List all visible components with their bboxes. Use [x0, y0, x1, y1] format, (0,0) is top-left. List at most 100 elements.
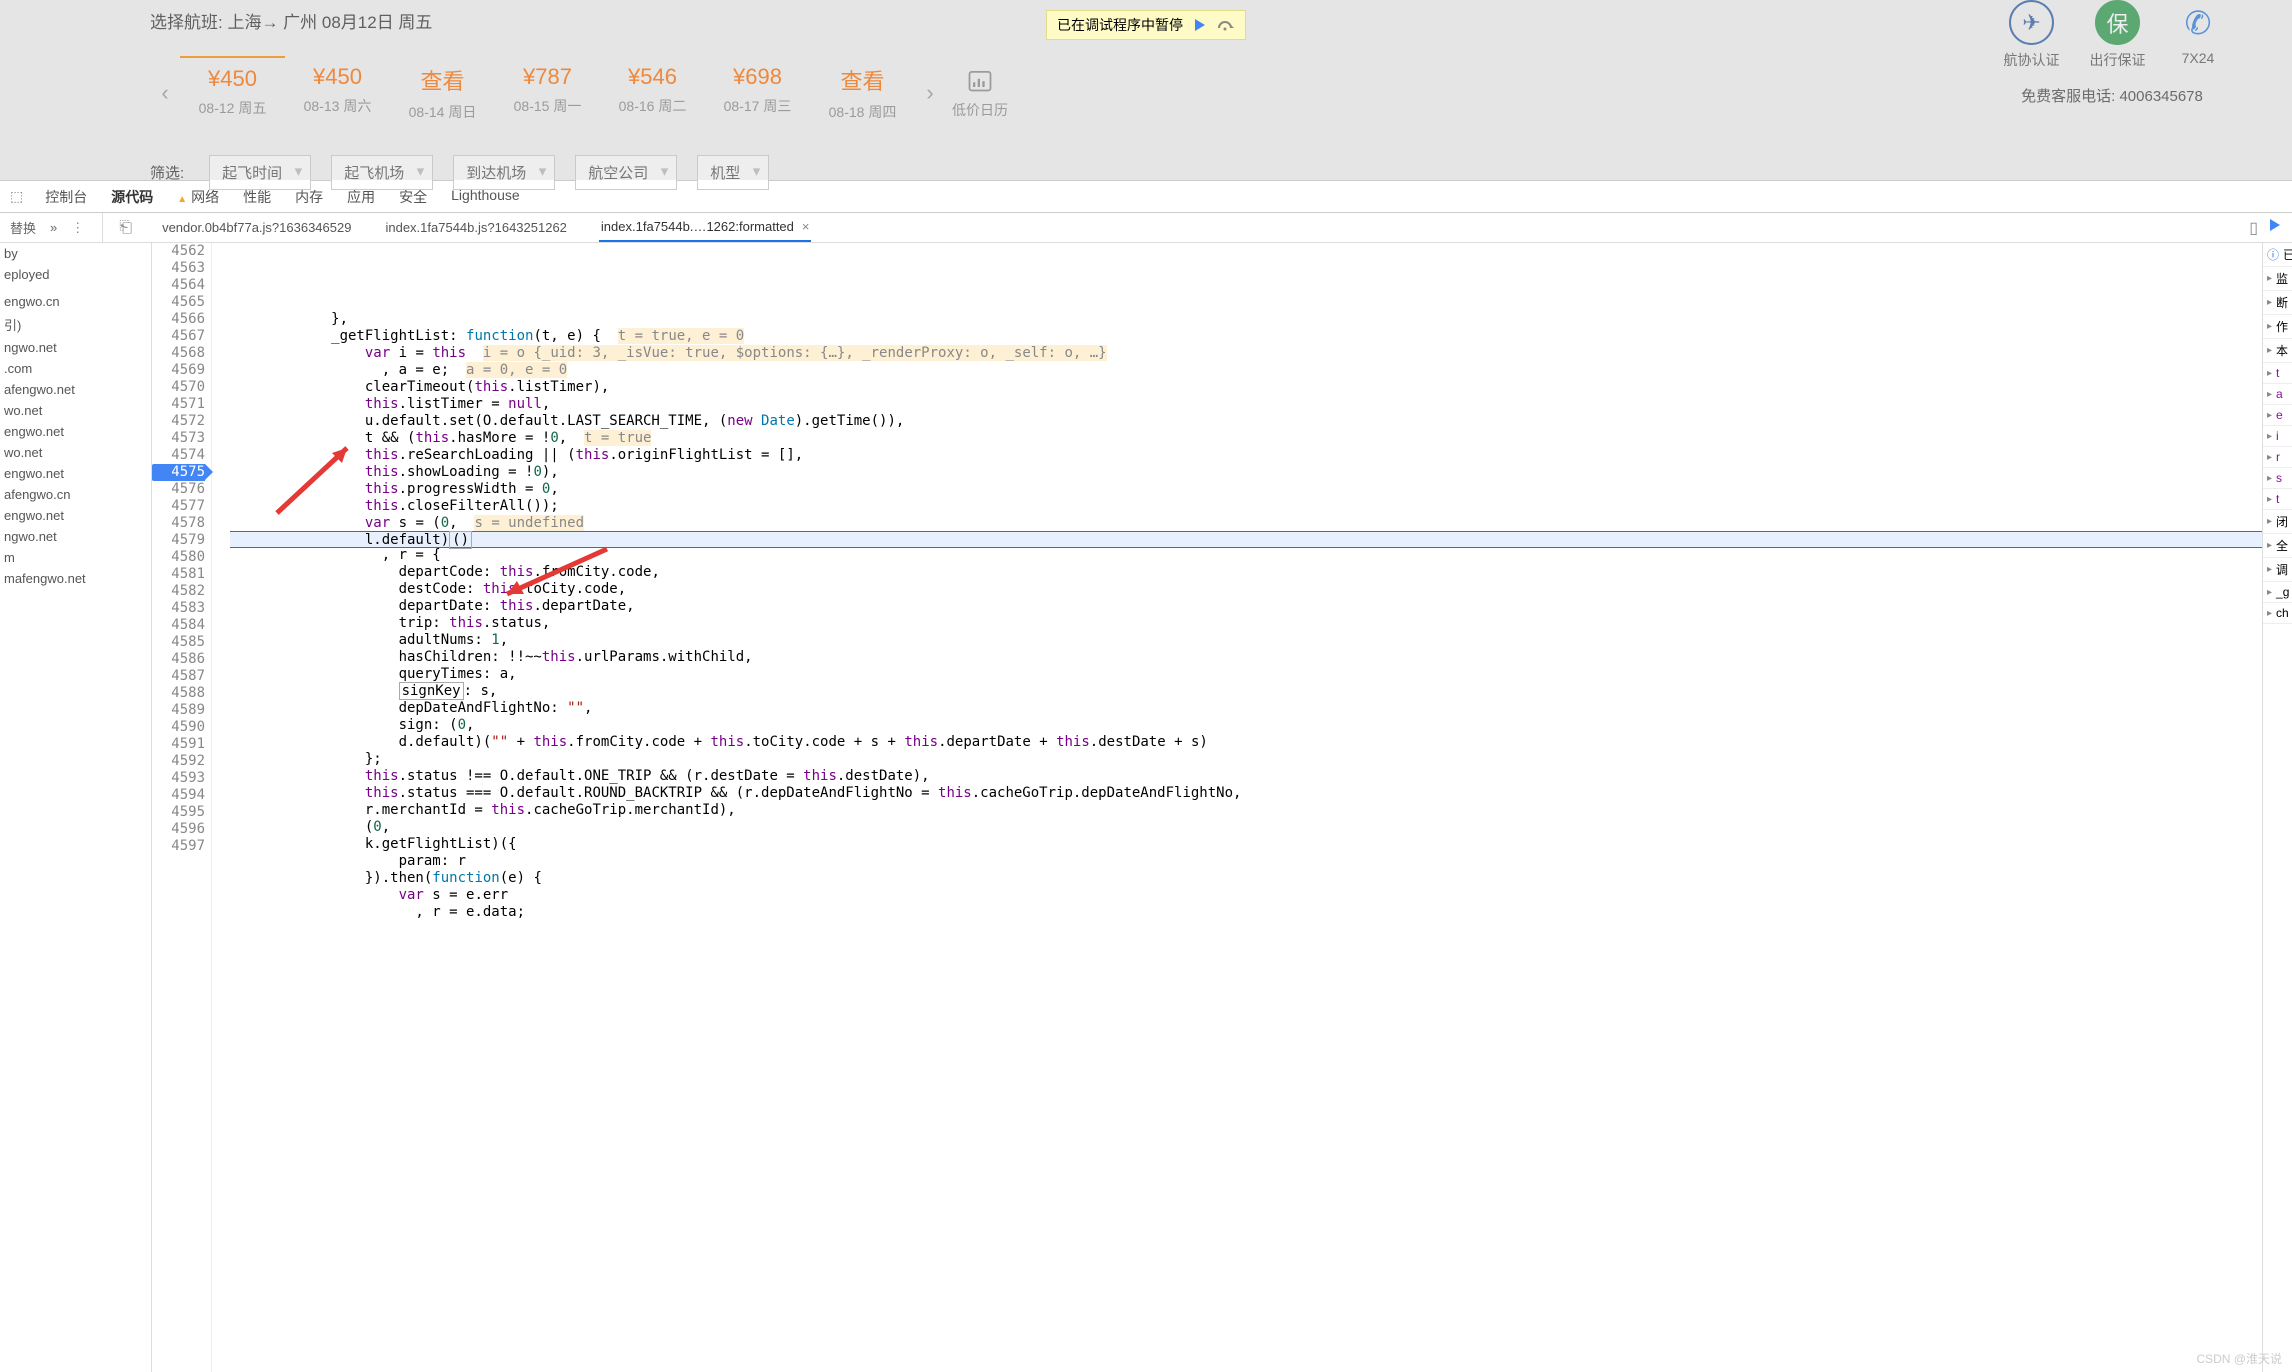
- date-label: 08-14 周日: [390, 102, 495, 122]
- devtools-tab[interactable]: 源代码: [109, 181, 155, 213]
- nav-item[interactable]: wo.net: [0, 400, 151, 421]
- step-over-icon[interactable]: [1217, 16, 1235, 34]
- date-card[interactable]: ¥698 08-17 周三: [705, 56, 810, 130]
- low-price-calendar[interactable]: 低价日历: [945, 66, 1015, 120]
- carousel-next[interactable]: ›: [915, 58, 945, 128]
- nav-item[interactable]: wo.net: [0, 442, 151, 463]
- file-tab[interactable]: index.1fa7544b.…1262:formatted×: [599, 213, 812, 242]
- carousel-prev[interactable]: ‹: [150, 58, 180, 128]
- elements-icon[interactable]: ⬚: [10, 188, 23, 205]
- date-label: 08-18 周四: [810, 102, 915, 122]
- date-label: 08-16 周二: [600, 96, 705, 116]
- debug-panel-row[interactable]: ▸作: [2263, 315, 2292, 339]
- date-label: 08-12 周五: [180, 98, 285, 118]
- filter-select[interactable]: 起飞机场: [331, 155, 433, 190]
- date-price: ¥450: [180, 66, 285, 92]
- date-price: ¥450: [285, 64, 390, 90]
- date-carousel: ‹ ¥45008-12 周五¥45008-13 周六查看08-14 周日¥787…: [150, 56, 2142, 130]
- cert-icon: ✈: [2009, 0, 2054, 45]
- date-label: 08-17 周三: [705, 96, 810, 116]
- debug-paused-text: 已在调试程序中暂停: [1057, 15, 1183, 35]
- debug-panel-row[interactable]: ▸ch: [2263, 603, 2292, 624]
- debug-right-panel: ⓘ已 ▸监▸断▸作▸本▸t▸a▸e▸i▸r▸s▸t▸闭▸全▸调▸_g▸ch: [2262, 243, 2292, 1372]
- date-label: 08-15 周一: [495, 96, 600, 116]
- nav-item[interactable]: engwo.cn: [0, 291, 151, 312]
- debug-panel-row[interactable]: ▸全: [2263, 534, 2292, 558]
- phone-icon: ✆: [2176, 0, 2221, 45]
- resume-icon[interactable]: [1191, 16, 1209, 34]
- badge-guarantee: 保 出行保证: [2090, 0, 2146, 70]
- filter-select[interactable]: 机型: [697, 155, 769, 190]
- debug-panel-row[interactable]: ▸监: [2263, 267, 2292, 291]
- sub-menu-icon[interactable]: ⋮: [71, 220, 84, 236]
- date-label: 08-13 周六: [285, 96, 390, 116]
- debug-panel-row[interactable]: ▸t: [2263, 489, 2292, 510]
- devtools-tab[interactable]: 控制台: [43, 181, 89, 213]
- code-panel: 4562456345644565456645674568456945704571…: [152, 243, 2262, 1372]
- info-row: ⓘ已: [2263, 243, 2292, 267]
- nav-item[interactable]: afengwo.net: [0, 379, 151, 400]
- close-icon[interactable]: ×: [802, 219, 810, 234]
- debug-panel-row[interactable]: ▸a: [2263, 384, 2292, 405]
- shield-icon: 保: [2095, 0, 2140, 45]
- date-card[interactable]: ¥450 08-12 周五: [180, 56, 285, 130]
- flight-selector-area: 已在调试程序中暂停 选择航班: 上海→ 广州 08月12日 周五 ‹ ¥4500…: [0, 0, 2292, 180]
- watermark: CSDN @淮天说: [2196, 1350, 2282, 1367]
- sub-replace[interactable]: 替换: [10, 218, 36, 237]
- badge-cert: ✈ 航协认证: [2004, 0, 2060, 70]
- nav-back-icon[interactable]: ⎗: [111, 219, 140, 237]
- filter-row: 筛选: 起飞时间起飞机场到达机场航空公司机型: [150, 155, 2142, 190]
- code-lines[interactable]: }, _getFlightList: function(t, e) { t = …: [212, 243, 2262, 1372]
- filter-label: 筛选:: [150, 162, 184, 183]
- debug-paused-badge: 已在调试程序中暂停: [1046, 10, 1246, 40]
- hotline-text: 免费客服电话: 4006345678: [2021, 85, 2203, 106]
- devtools-panel: ⬚ 控制台源代码网络性能内存应用安全Lighthouse 替换 » ⋮ ⎗ ve…: [0, 180, 2292, 1372]
- date-price: ¥698: [705, 64, 810, 90]
- filter-select[interactable]: 起飞时间: [209, 155, 311, 190]
- file-tab[interactable]: index.1fa7544b.js?1643251262: [383, 214, 568, 241]
- date-card[interactable]: 查看 08-18 周四: [810, 56, 915, 130]
- nav-item[interactable]: eployed: [0, 264, 151, 285]
- nav-item[interactable]: m: [0, 547, 151, 568]
- line-gutter[interactable]: 4562456345644565456645674568456945704571…: [152, 243, 212, 1372]
- nav-item[interactable]: afengwo.cn: [0, 484, 151, 505]
- nav-item[interactable]: ngwo.net: [0, 337, 151, 358]
- filter-select[interactable]: 到达机场: [453, 155, 555, 190]
- debug-panel-row[interactable]: ▸调: [2263, 558, 2292, 582]
- debug-panel-row[interactable]: ▸e: [2263, 405, 2292, 426]
- debug-panel-row[interactable]: ▸断: [2263, 291, 2292, 315]
- date-card[interactable]: ¥546 08-16 周二: [600, 56, 705, 130]
- debug-panel-row[interactable]: ▸本: [2263, 339, 2292, 363]
- date-price: ¥787: [495, 64, 600, 90]
- date-card[interactable]: ¥450 08-13 周六: [285, 56, 390, 130]
- date-price: ¥546: [600, 64, 705, 90]
- debug-panel-row[interactable]: ▸s: [2263, 468, 2292, 489]
- nav-item[interactable]: engwo.net: [0, 463, 151, 484]
- date-card[interactable]: ¥787 08-15 周一: [495, 56, 600, 130]
- right-badges: ✈ 航协认证 保 出行保证 ✆ 7X24 免费客服电话: 4006345678: [1962, 0, 2262, 106]
- nav-item[interactable]: engwo.net: [0, 505, 151, 526]
- debug-panel-row[interactable]: ▸r: [2263, 447, 2292, 468]
- nav-item[interactable]: .com: [0, 358, 151, 379]
- nav-item[interactable]: by: [0, 243, 151, 264]
- show-sidebar-icon[interactable]: ▯: [2249, 218, 2258, 238]
- badge-7x24: ✆ 7X24: [2176, 0, 2221, 70]
- date-price: 查看: [390, 64, 495, 96]
- date-price: 查看: [810, 64, 915, 96]
- filter-select[interactable]: 航空公司: [575, 155, 677, 190]
- source-nav-panel: byeployedengwo.cn引)ngwo.net.comafengwo.n…: [0, 243, 152, 1372]
- debug-panel-row[interactable]: ▸i: [2263, 426, 2292, 447]
- nav-item[interactable]: ngwo.net: [0, 526, 151, 547]
- sub-more[interactable]: »: [50, 220, 57, 235]
- calendar-icon: [966, 66, 994, 94]
- debug-panel-row[interactable]: ▸t: [2263, 363, 2292, 384]
- nav-item[interactable]: 引): [0, 312, 151, 337]
- debug-panel-row[interactable]: ▸闭: [2263, 510, 2292, 534]
- resume-toolbar-icon[interactable]: [2268, 218, 2282, 237]
- file-tab[interactable]: vendor.0b4bf77a.js?1636346529: [160, 214, 353, 241]
- devtools-subbar: 替换 » ⋮ ⎗ vendor.0b4bf77a.js?1636346529 in…: [0, 213, 2292, 243]
- debug-panel-row[interactable]: ▸_g: [2263, 582, 2292, 603]
- nav-item[interactable]: mafengwo.net: [0, 568, 151, 589]
- nav-item[interactable]: engwo.net: [0, 421, 151, 442]
- date-card[interactable]: 查看 08-14 周日: [390, 56, 495, 130]
